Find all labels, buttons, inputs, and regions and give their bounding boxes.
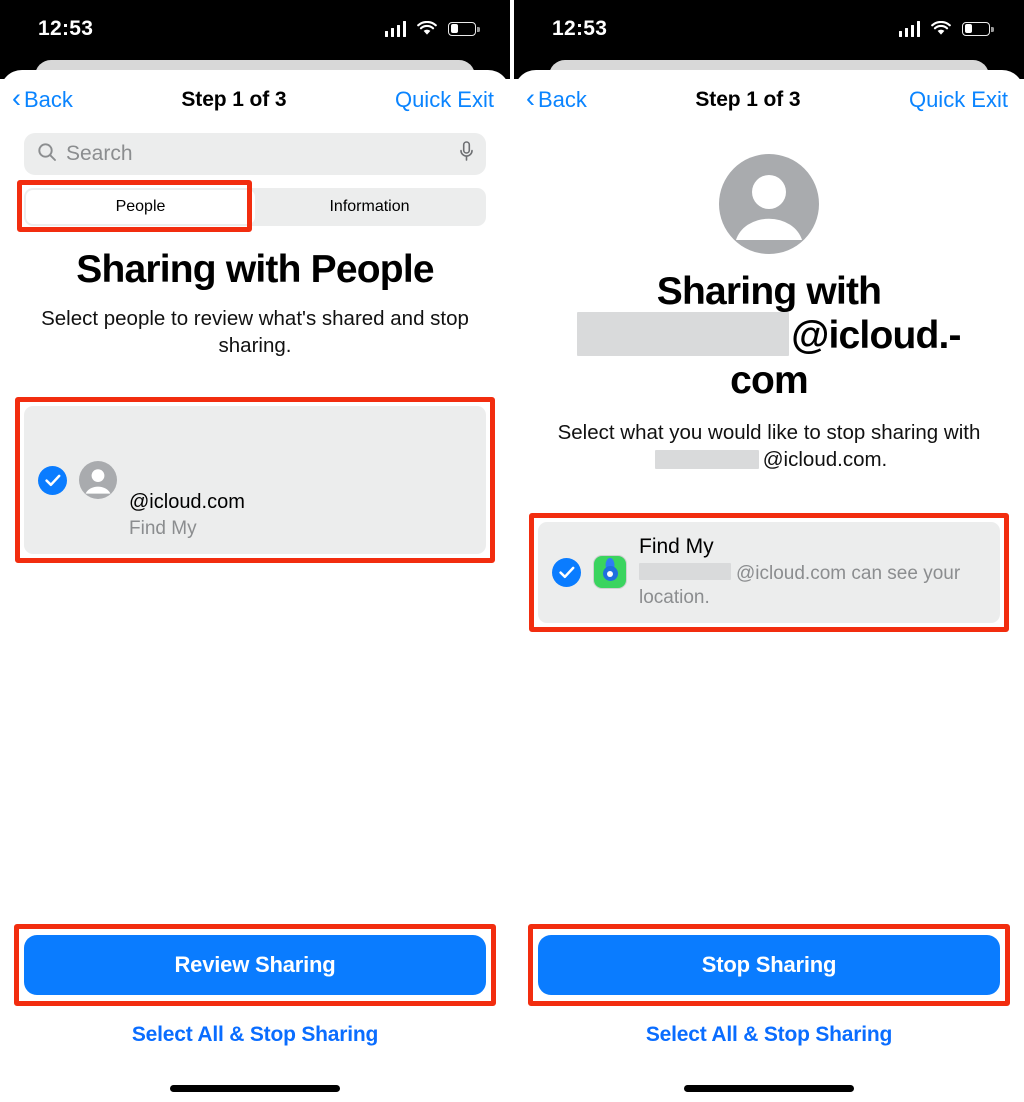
back-button-label: Back [538, 87, 587, 112]
app-row-title: Find My [639, 534, 714, 558]
status-time: 12:53 [38, 16, 94, 40]
person-avatar-icon [79, 461, 117, 500]
back-button-label: Back [24, 87, 73, 112]
status-icons [898, 20, 994, 37]
cellular-signal-icon [898, 20, 920, 37]
status-icons [384, 20, 480, 37]
find-my-dot [602, 566, 618, 582]
person-email-suffix: @icloud.com [129, 491, 245, 514]
segmented-control[interactable]: People Information [17, 180, 486, 232]
bottom-actions-right: Stop Sharing Select All & Stop Sharing [514, 924, 1024, 1102]
quick-exit-button[interactable]: Quick Exit [909, 87, 1008, 113]
search-input[interactable]: Search [24, 133, 486, 175]
phone-screen-left: 12:53 ‹ Back Step 1 of 3 Quick Exit Sear… [0, 0, 510, 1102]
tab-information[interactable]: Information [255, 190, 484, 224]
battery-low-icon [448, 21, 480, 36]
battery-low-icon [962, 21, 994, 36]
stop-sharing-button[interactable]: Stop Sharing [538, 935, 1000, 995]
status-bar-right: 12:53 [514, 0, 1024, 57]
back-button[interactable]: ‹ Back [12, 83, 73, 113]
wifi-icon [417, 21, 437, 36]
nav-bar-left: ‹ Back Step 1 of 3 Quick Exit [0, 70, 510, 130]
wifi-icon [931, 21, 951, 36]
select-all-stop-sharing-link[interactable]: Select All & Stop Sharing [538, 1023, 1000, 1047]
heading-sharing-with-contact: Sharing with @icloud.-com [514, 270, 1024, 403]
select-all-stop-sharing-link[interactable]: Select All & Stop Sharing [24, 1023, 486, 1047]
redaction-bar [577, 312, 790, 357]
magnifier-icon [37, 142, 57, 167]
checkmark-icon[interactable] [552, 557, 581, 587]
nav-bar-right: ‹ Back Step 1 of 3 Quick Exit [514, 70, 1024, 130]
page-title: Step 1 of 3 [695, 88, 801, 111]
app-row-container: Find My @icloud.com can see your locatio… [529, 512, 1009, 633]
redaction-bar [639, 563, 731, 581]
person-avatar-icon [719, 154, 819, 254]
checkmark-icon[interactable] [38, 465, 67, 495]
tab-people[interactable]: People [26, 190, 255, 224]
back-button[interactable]: ‹ Back [526, 83, 587, 113]
person-row-text: @icloud.com Find My [129, 416, 472, 542]
home-indicator [684, 1085, 854, 1092]
person-email-line: @icloud.com [129, 416, 472, 514]
search-placeholder: Search [66, 142, 133, 165]
redaction-bar [654, 450, 759, 470]
phone-screen-right: 12:53 ‹ Back Step 1 of 3 Quick Exit Shar… [514, 0, 1024, 1102]
list-item-find-my[interactable]: Find My @icloud.com can see your locatio… [538, 521, 1000, 624]
status-bar-left: 12:53 [0, 0, 510, 57]
primary-button-container: Review Sharing [14, 924, 496, 1006]
status-time: 12:53 [552, 16, 608, 40]
home-indicator [170, 1085, 340, 1092]
list-item-person[interactable]: @icloud.com Find My [24, 406, 486, 554]
person-row-container: @icloud.com Find My [15, 397, 495, 563]
screenshot-stage: 12:53 ‹ Back Step 1 of 3 Quick Exit Sear… [0, 0, 1024, 1102]
subheading-after: @icloud.com. [762, 448, 888, 472]
find-my-app-icon [593, 555, 627, 590]
heading-sharing-with-people: Sharing with People [76, 248, 434, 291]
subheading-before: Select what you would like to stop shari… [557, 421, 981, 445]
cellular-signal-icon [384, 20, 406, 37]
app-row-detail: @icloud.com can see your location. [639, 562, 986, 611]
modal-sheet-left: ‹ Back Step 1 of 3 Quick Exit Search Peo… [0, 70, 510, 1102]
app-row-text: Find My @icloud.com can see your locatio… [639, 534, 986, 612]
heading-prefix: Sharing with [656, 270, 882, 313]
subheading-left: Select people to review what's shared an… [41, 306, 469, 357]
page-title: Step 1 of 3 [181, 88, 287, 111]
primary-button-container: Stop Sharing [528, 924, 1010, 1006]
chevron-left-icon: ‹ [12, 83, 21, 113]
subheading-right: Select what you would like to stop shari… [514, 419, 1024, 474]
redaction-bar [129, 416, 247, 489]
quick-exit-button[interactable]: Quick Exit [395, 87, 494, 113]
bottom-actions-left: Review Sharing Select All & Stop Sharing [0, 924, 510, 1102]
modal-sheet-right: ‹ Back Step 1 of 3 Quick Exit Sharing wi… [514, 70, 1024, 1102]
chevron-left-icon: ‹ [526, 83, 535, 113]
review-sharing-button[interactable]: Review Sharing [24, 935, 486, 995]
microphone-icon[interactable] [459, 141, 474, 167]
person-row-detail: Find My [129, 518, 197, 540]
